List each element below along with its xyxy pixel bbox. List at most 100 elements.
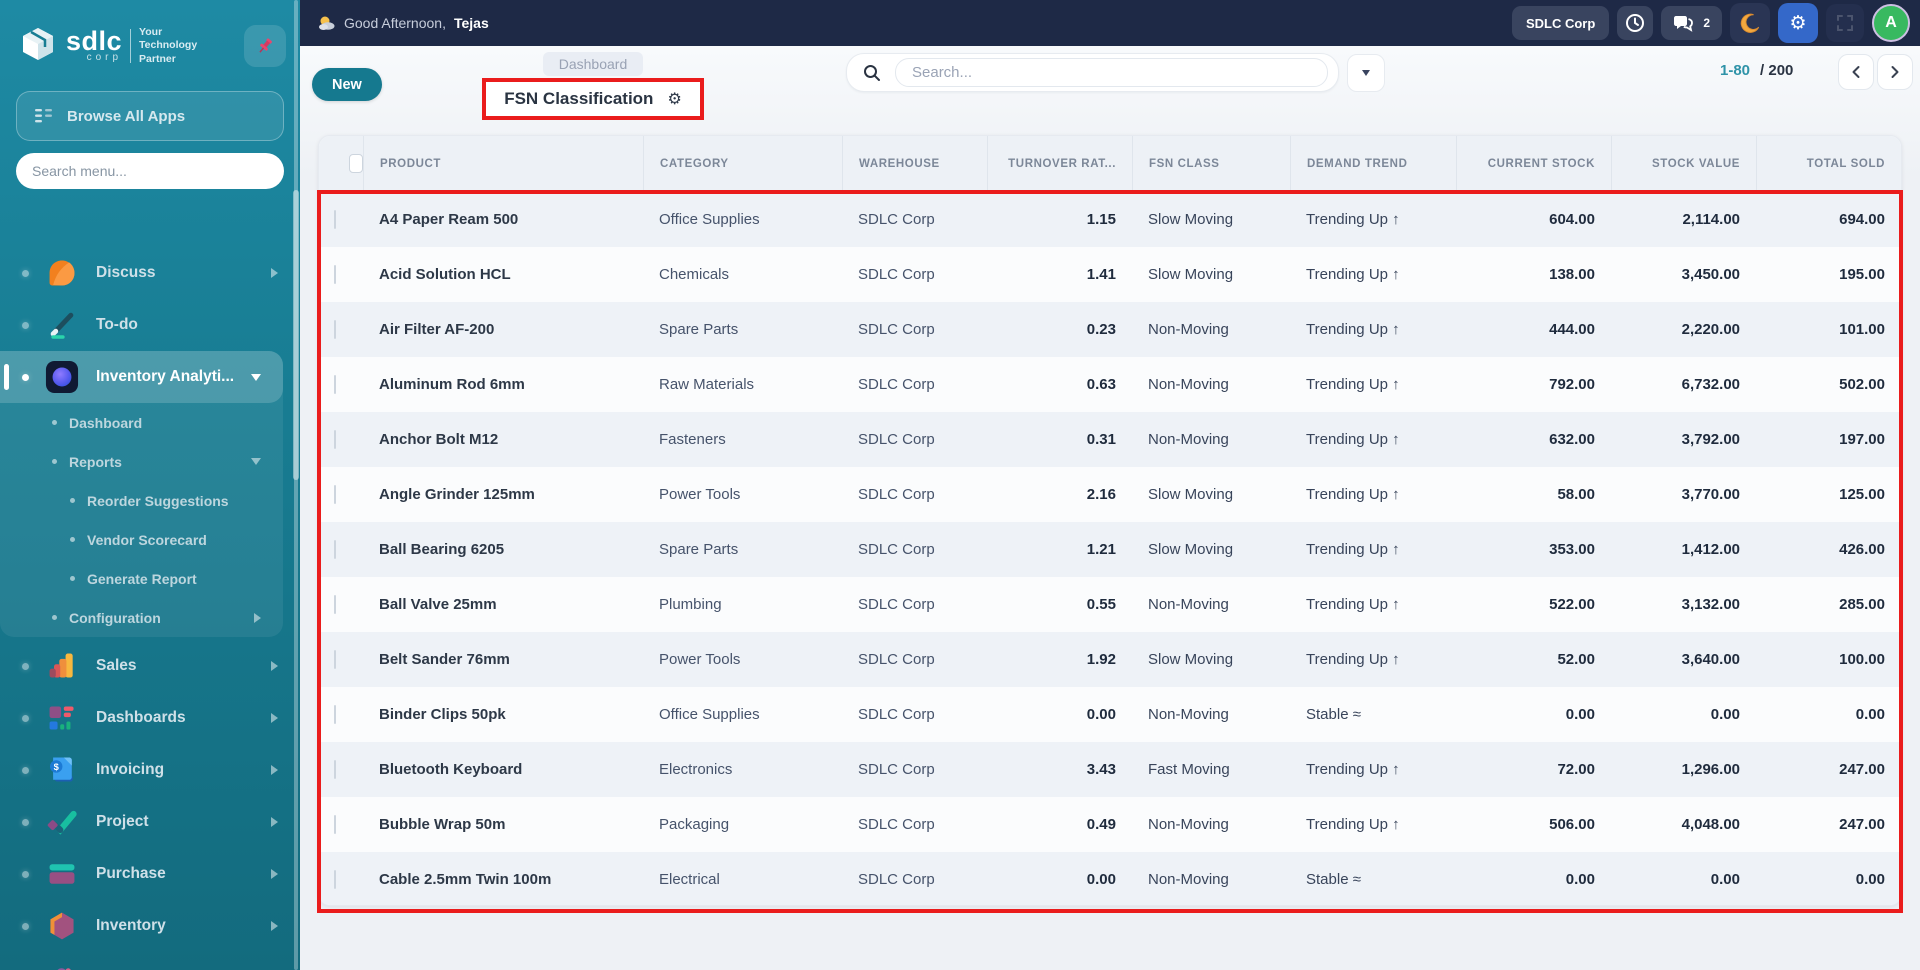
sidebar-subitem-generate-report[interactable]: Generate Report [0,559,283,598]
table-row[interactable]: Ball Bearing 6205 Spare Parts SDLC Corp 1.2… [319,522,1901,577]
column-header-product[interactable]: PRODUCT [363,136,643,191]
sidebar-scrollbar-thumb[interactable] [293,190,299,480]
previous-page-button[interactable] [1838,54,1874,90]
search-options-dropdown-button[interactable] [1347,54,1385,92]
column-header-total-sold[interactable]: TOTAL SOLD [1756,136,1901,191]
sidebar-item-invoicing[interactable]: $ Invoicing [0,744,300,796]
sidebar-subitem-vendor-scorecard[interactable]: Vendor Scorecard [0,520,283,559]
sidebar-subitem-reorder-suggestions[interactable]: Reorder Suggestions [0,481,283,520]
row-checkbox[interactable] [334,814,336,834]
cell-turnover-ratio: 2.16 [1086,486,1116,503]
brand-name: sdlc [66,26,123,57]
row-checkbox[interactable] [334,869,336,889]
column-header-demand-trend[interactable]: DEMAND TREND [1290,136,1456,191]
cell-stock-value: 0.00 [1710,706,1740,723]
row-checkbox[interactable] [334,209,336,229]
new-button[interactable]: New [312,68,382,101]
sidebar-subitem-dashboard[interactable]: Dashboard [0,403,283,442]
sidebar-item-todo[interactable]: To-do [0,299,300,351]
column-header-turnover-ratio[interactable]: TURNOVER RAT... [987,136,1132,191]
table-row[interactable]: Angle Grinder 125mm Power Tools SDLC Corp 2… [319,467,1901,522]
cell-fsn-class: Fast Moving [1148,761,1230,778]
row-checkbox[interactable] [334,759,336,779]
cell-total-sold: 247.00 [1839,761,1885,778]
column-header-category[interactable]: CATEGORY [643,136,842,191]
row-checkbox[interactable] [334,374,336,394]
table-row[interactable]: Belt Sander 76mm Power Tools SDLC Corp 1.92… [319,632,1901,687]
table-row[interactable]: Aluminum Rod 6mm Raw Materials SDLC Corp 0.… [319,357,1901,412]
chevron-right-icon [271,817,278,827]
row-checkbox[interactable] [334,704,336,724]
purchase-icon [44,856,80,892]
cell-warehouse: SDLC Corp [858,541,935,558]
fullscreen-button[interactable] [1826,4,1864,42]
browse-all-apps-button[interactable]: Browse All Apps [16,91,284,141]
table-row[interactable]: Cable 2.5mm Twin 100m Electrical SDLC Corp… [319,852,1901,905]
column-header-stock-value[interactable]: STOCK VALUE [1611,136,1756,191]
sidebar-item-purchase[interactable]: Purchase [0,848,300,900]
sidebar-item-discuss[interactable]: Discuss [0,247,300,299]
activities-clock-button[interactable] [1617,6,1654,40]
chevron-right-icon [271,869,278,879]
cell-turnover-ratio: 3.43 [1086,761,1116,778]
row-checkbox[interactable] [334,539,336,559]
row-checkbox[interactable] [334,429,336,449]
row-checkbox[interactable] [334,264,336,284]
sidebar-item-employees[interactable]: Employees [0,952,300,970]
table-row[interactable]: Bluetooth Keyboard Electronics SDLC Corp 3.… [319,742,1901,797]
table-row[interactable]: Anchor Bolt M12 Fasteners SDLC Corp 0.31 Non… [319,412,1901,467]
sidebar-menu-search-input[interactable] [16,153,284,189]
sidebar-item-project[interactable]: Project [0,796,300,848]
column-header-current-stock[interactable]: CURRENT STOCK [1456,136,1611,191]
sidebar-item-inventory[interactable]: Inventory [0,900,300,952]
discuss-icon [44,255,80,291]
sidebar-subitem-configuration[interactable]: Configuration [0,598,283,637]
table-row[interactable]: Bubble Wrap 50m Packaging SDLC Corp 0.49 Non… [319,797,1901,852]
sidebar-item-inventory-analytics[interactable]: Inventory Analyti... [0,351,283,403]
cell-category: Spare Parts [659,321,739,338]
column-header-warehouse[interactable]: WAREHOUSE [842,136,987,191]
breadcrumb[interactable]: Dashboard [542,52,644,76]
cell-stock-value: 2,220.00 [1681,321,1740,338]
cell-product: Aluminum Rod 6mm [379,376,525,393]
settings-button[interactable]: ⚙ [1778,3,1818,43]
cell-warehouse: SDLC Corp [858,761,935,778]
sidebar-scrollbar-track[interactable] [294,0,298,970]
select-all-checkbox[interactable] [349,154,363,173]
table-row[interactable]: Acid Solution HCL Chemicals SDLC Corp 1.41 S… [319,247,1901,302]
row-checkbox[interactable] [334,319,336,339]
table-row[interactable]: A4 Paper Ream 500 Office Supplies SDLC Cor… [319,192,1901,247]
svg-text:$: $ [54,762,60,772]
row-checkbox[interactable] [334,484,336,504]
dark-mode-toggle-button[interactable] [1730,3,1770,43]
cell-total-sold: 285.00 [1839,596,1885,613]
row-checkbox[interactable] [334,594,336,614]
view-settings-gear-icon[interactable]: ⚙ [667,89,681,109]
table-row[interactable]: Air Filter AF-200 Spare Parts SDLC Corp 0.2… [319,302,1901,357]
search-bar[interactable] [846,53,1339,92]
sidebar-subitem-reports[interactable]: Reports [0,442,283,481]
row-checkbox[interactable] [334,649,336,669]
cell-fsn-class: Slow Moving [1148,486,1234,503]
pagination-total: / 200 [1760,62,1794,79]
search-input[interactable] [910,63,1313,82]
table-row[interactable]: Binder Clips 50pk Office Supplies SDLC Cor… [319,687,1901,742]
sidebar-item-sales[interactable]: Sales [0,640,300,692]
pin-sidebar-button[interactable] [244,25,286,67]
sidebar-item-dashboards[interactable]: Dashboards [0,692,300,744]
user-avatar[interactable]: A [1872,4,1910,42]
messages-button[interactable]: 2 [1661,6,1722,40]
inventory-analytics-group: Inventory Analyti... Dashboard Reports R… [0,351,283,637]
inventory-icon [44,908,80,944]
cell-warehouse: SDLC Corp [858,431,935,448]
search-input-pill[interactable] [895,58,1328,87]
gear-icon: ⚙ [1789,12,1807,34]
next-page-button[interactable] [1877,54,1913,90]
employees-icon [44,960,80,970]
cell-stock-value: 1,296.00 [1681,761,1740,778]
cell-current-stock: 52.00 [1557,651,1595,668]
column-header-fsn-class[interactable]: FSN CLASS [1132,136,1290,191]
table-row[interactable]: Ball Valve 25mm Plumbing SDLC Corp 0.55 Non-… [319,577,1901,632]
cell-demand-trend: Trending Up ↑ [1306,376,1400,393]
company-switcher-button[interactable]: SDLC Corp [1511,6,1610,40]
